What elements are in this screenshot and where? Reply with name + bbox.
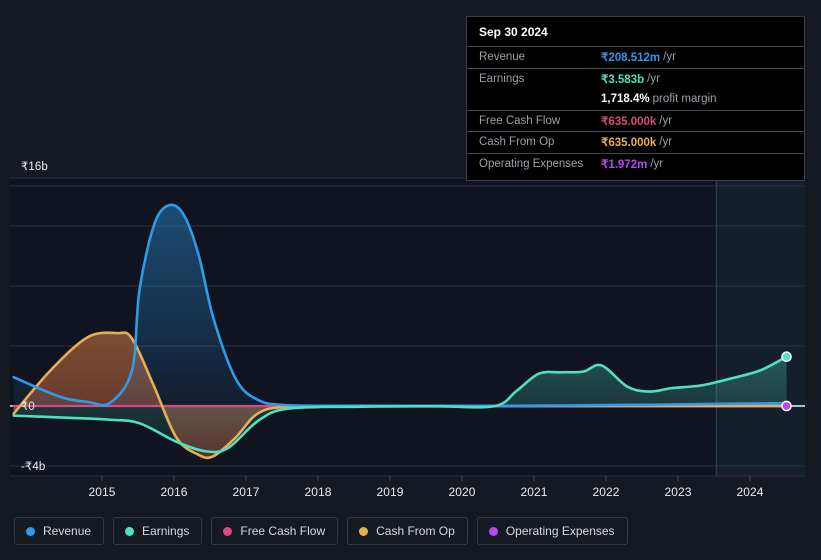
tooltip-row-free-cash-flow: Free Cash Flow ₹635.000k /yr — [467, 109, 804, 132]
tooltip-value-profit-margin: 1,718.4% — [601, 93, 650, 106]
legend-dot-icon-earnings — [125, 526, 135, 536]
legend-dot-icon-cash-from-op — [359, 526, 369, 536]
tooltip-row-operating-expenses: Operating Expenses ₹1.972m /yr — [467, 152, 804, 175]
x-axis-label-2024: 2024 — [736, 485, 764, 499]
tooltip-unit-profit-margin: profit margin — [652, 93, 717, 106]
legend-label-revenue: Revenue — [43, 524, 92, 538]
legend-item-earnings[interactable]: Earnings — [113, 517, 203, 545]
tooltip-date: Sep 30 2024 — [479, 25, 548, 39]
legend-dot-icon-operating-expenses — [488, 526, 498, 536]
legend-label-earnings: Earnings — [142, 524, 190, 538]
legend-item-free-cash-flow[interactable]: Free Cash Flow — [211, 517, 339, 545]
tooltip-unit-free-cash-flow: /yr — [659, 114, 673, 127]
legend-label-free-cash-flow: Free Cash Flow — [240, 524, 326, 538]
legend-label-operating-expenses: Operating Expenses — [505, 524, 615, 538]
x-axis-label-2020: 2020 — [448, 485, 476, 499]
y-axis-label-bottom: -₹4b — [21, 461, 46, 473]
y-axis-label-zero: ₹0 — [21, 401, 35, 413]
tooltip-label-earnings: Earnings — [479, 72, 525, 85]
tooltip-row-earnings: Earnings ₹3.583b /yr — [467, 67, 804, 90]
tooltip-unit-operating-expenses: /yr — [650, 157, 664, 170]
tooltip-value-earnings: ₹3.583b — [601, 73, 645, 86]
tooltip-label-free-cash-flow: Free Cash Flow — [479, 114, 561, 127]
tooltip-value-operating-expenses: ₹1.972m — [601, 158, 648, 171]
x-axis-label-2018: 2018 — [304, 485, 332, 499]
x-axis-label-2023: 2023 — [664, 485, 692, 499]
tooltip-value-cash-from-op: ₹635.000k — [601, 137, 657, 150]
tooltip-value-revenue: ₹208.512m — [601, 52, 661, 65]
tooltip-row-profit-margin: 1,718.4% profit margin — [467, 89, 804, 110]
tooltip-unit-earnings: /yr — [647, 72, 660, 85]
tooltip-row-cash-from-op: Cash From Op ₹635.000k /yr — [467, 131, 804, 153]
tooltip-row-revenue: Revenue ₹208.512m /yr — [467, 46, 804, 68]
x-axis-label-2015: 2015 — [88, 485, 116, 499]
x-axis-label-2019: 2019 — [376, 485, 404, 499]
x-axis-label-2022: 2022 — [592, 485, 620, 499]
legend-item-revenue[interactable]: Revenue — [14, 517, 105, 545]
chart-legend: Revenue Earnings Free Cash Flow Cash Fro… — [14, 517, 628, 545]
tooltip-value-free-cash-flow: ₹635.000k — [601, 115, 657, 128]
tooltip-label-operating-expenses: Operating Expenses — [479, 157, 584, 170]
legend-item-cash-from-op[interactable]: Cash From Op — [347, 517, 468, 545]
legend-dot-icon-free-cash-flow — [223, 526, 233, 536]
tooltip-unit-cash-from-op: /yr — [659, 136, 673, 149]
x-axis-label-2017: 2017 — [232, 485, 260, 499]
legend-item-operating-expenses[interactable]: Operating Expenses — [476, 517, 628, 545]
tooltip-unit-revenue: /yr — [663, 51, 676, 64]
legend-label-cash-from-op: Cash From Op — [376, 524, 455, 538]
chart-tooltip: Sep 30 2024 Revenue ₹208.512m /yr Earnin… — [466, 16, 805, 181]
x-axis-label-2021: 2021 — [520, 485, 548, 499]
x-axis-label-2016: 2016 — [160, 485, 188, 499]
y-axis-label-top: ₹16b — [21, 161, 48, 173]
legend-dot-icon-revenue — [26, 526, 35, 536]
tooltip-label-cash-from-op: Cash From Op — [479, 136, 555, 149]
tooltip-label-revenue: Revenue — [479, 51, 526, 64]
